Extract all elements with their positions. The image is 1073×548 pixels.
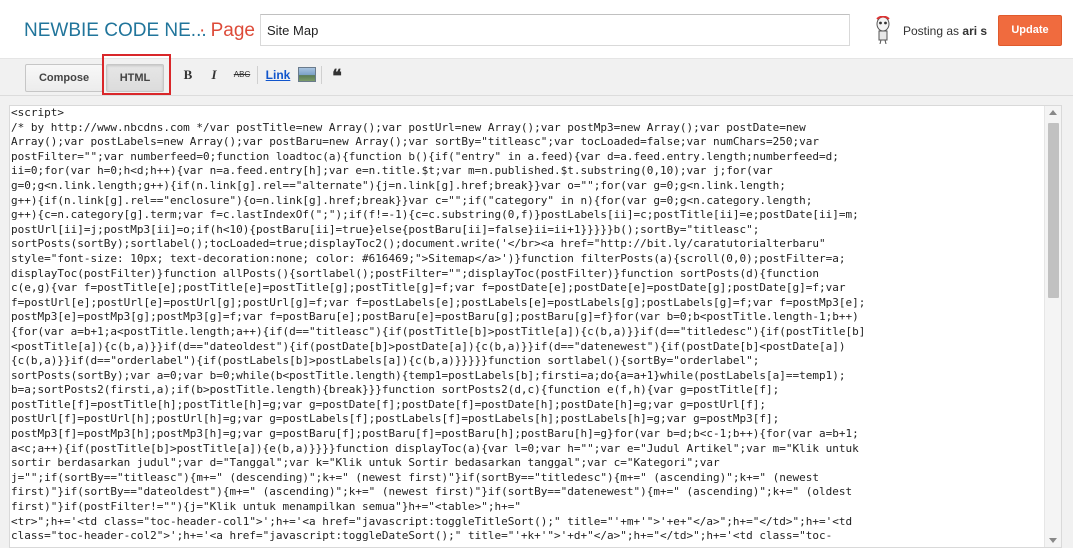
posting-as-prefix: Posting as xyxy=(903,24,960,38)
code-line: f=postUrl[e];postUrl[e]=postUrl[g];postU… xyxy=(11,295,866,309)
scroll-down-arrow-icon[interactable] xyxy=(1049,538,1057,543)
quote-icon[interactable]: ❝ xyxy=(329,66,345,86)
toolbar-divider xyxy=(321,66,322,84)
editor-scrollbar[interactable] xyxy=(1044,106,1061,547)
code-line: postMp3[f]=postMp3[h];postMp3[h]=g;var g… xyxy=(11,427,859,441)
html-editor-textarea[interactable]: <script>/* by http://www.nbcdns.com */va… xyxy=(9,105,1062,548)
code-line: class="toc-header-col2">';h+='<a href="j… xyxy=(11,529,833,543)
toolbar-divider xyxy=(257,66,258,84)
posting-as-user[interactable]: ari s xyxy=(962,24,987,38)
code-line: c(e,g){var f=postTitle[e];postTitle[e]=p… xyxy=(11,281,846,295)
editor-header: NEWBIE CODE NE... · Page Posting as ari … xyxy=(0,0,1073,58)
code-line: ii=0;for(var h=0;h<d;h++){var n=a.feed.e… xyxy=(11,164,773,178)
code-line: <postTitle[a]){c(b,a)}}if(d=="dateoldest… xyxy=(11,339,846,353)
italic-icon[interactable]: I xyxy=(207,66,221,84)
code-line: <tr>";h+='<td class="toc-header-col1">';… xyxy=(11,514,853,528)
code-line: sortir berdasarkan judul";var d="Tanggal… xyxy=(11,456,720,470)
code-line: g=0;g<n.link.length;g++){if(n.link[g].re… xyxy=(11,178,786,192)
code-line: <script> xyxy=(11,106,64,119)
html-source-code[interactable]: <script>/* by http://www.nbcdns.com */va… xyxy=(11,106,1045,544)
code-line: sortPosts(sortBy);var a=0;var b=0;while(… xyxy=(11,368,846,382)
code-line: postUrl[f]=postUrl[h];postUrl[h]=g;var g… xyxy=(11,412,780,426)
code-line: style="font-size: 10px; text-decoration:… xyxy=(11,251,846,265)
strikethrough-icon[interactable]: ABC xyxy=(232,66,252,84)
code-line: {for(var a=b+1;a<postTitle.length;a++){i… xyxy=(11,324,866,338)
scrollbar-thumb[interactable] xyxy=(1048,123,1059,298)
page-type-label: · Page xyxy=(199,20,255,41)
posting-as-text: Posting as ari s xyxy=(903,24,987,38)
code-line: Array();var postLabels=new Array();var p… xyxy=(11,135,819,149)
code-line: b=a;sortPosts2(firsti,a);if(b>postTitle.… xyxy=(11,383,780,397)
code-line: postTitle[f]=postTitle[h];postTitle[h]=g… xyxy=(11,397,766,411)
code-line: j="";if(sortBy=="titleasc"){m+=" (descen… xyxy=(11,470,819,484)
avatar[interactable] xyxy=(872,16,894,44)
editor-area: <script>/* by http://www.nbcdns.com */va… xyxy=(0,96,1073,548)
code-line: postFilter="";var numberfeed=0;function … xyxy=(11,149,839,163)
page-title-input[interactable] xyxy=(260,14,850,46)
code-line: first)"}if(sortBy=="dateoldest"){m+=" (a… xyxy=(11,485,853,499)
insert-image-icon[interactable] xyxy=(298,67,316,82)
code-line: {c(b,a)}}if(d=="orderlabel"){if(postLabe… xyxy=(11,354,760,368)
code-line: postMp3[e]=postMp3[g];postMp3[g]=f;var f… xyxy=(11,310,859,324)
compose-mode-button[interactable]: Compose xyxy=(25,64,103,92)
code-line: first)"}if(postFilter!=""){j="Klik untuk… xyxy=(11,500,521,514)
code-line: g++){c=n.category[g].term;var f=c.lastIn… xyxy=(11,208,859,222)
link-button[interactable]: Link xyxy=(264,66,292,84)
code-line: g++){if(n.link[g].rel=="enclosure"){o=n.… xyxy=(11,193,813,207)
blog-title[interactable]: NEWBIE CODE NE... xyxy=(24,20,207,42)
code-line: postUrl[ii]=j;postMp3[ii]=o;if(h<10){pos… xyxy=(11,222,760,236)
bold-icon[interactable]: B xyxy=(181,66,195,84)
code-line: /* by http://www.nbcdns.com */var postTi… xyxy=(11,120,806,134)
scroll-up-arrow-icon[interactable] xyxy=(1049,110,1057,115)
code-line: a<c;a++){if(postTitle[b]>postTitle[a]){e… xyxy=(11,441,859,455)
code-line: sortPosts(sortBy);sortlabel();tocLoaded=… xyxy=(11,237,826,251)
editor-toolbar: Compose HTML xyxy=(0,58,1073,96)
html-mode-button[interactable]: HTML xyxy=(106,64,164,92)
update-button[interactable]: Update xyxy=(998,15,1062,46)
code-line: displayToc(postFilter)}function allPosts… xyxy=(11,266,819,280)
